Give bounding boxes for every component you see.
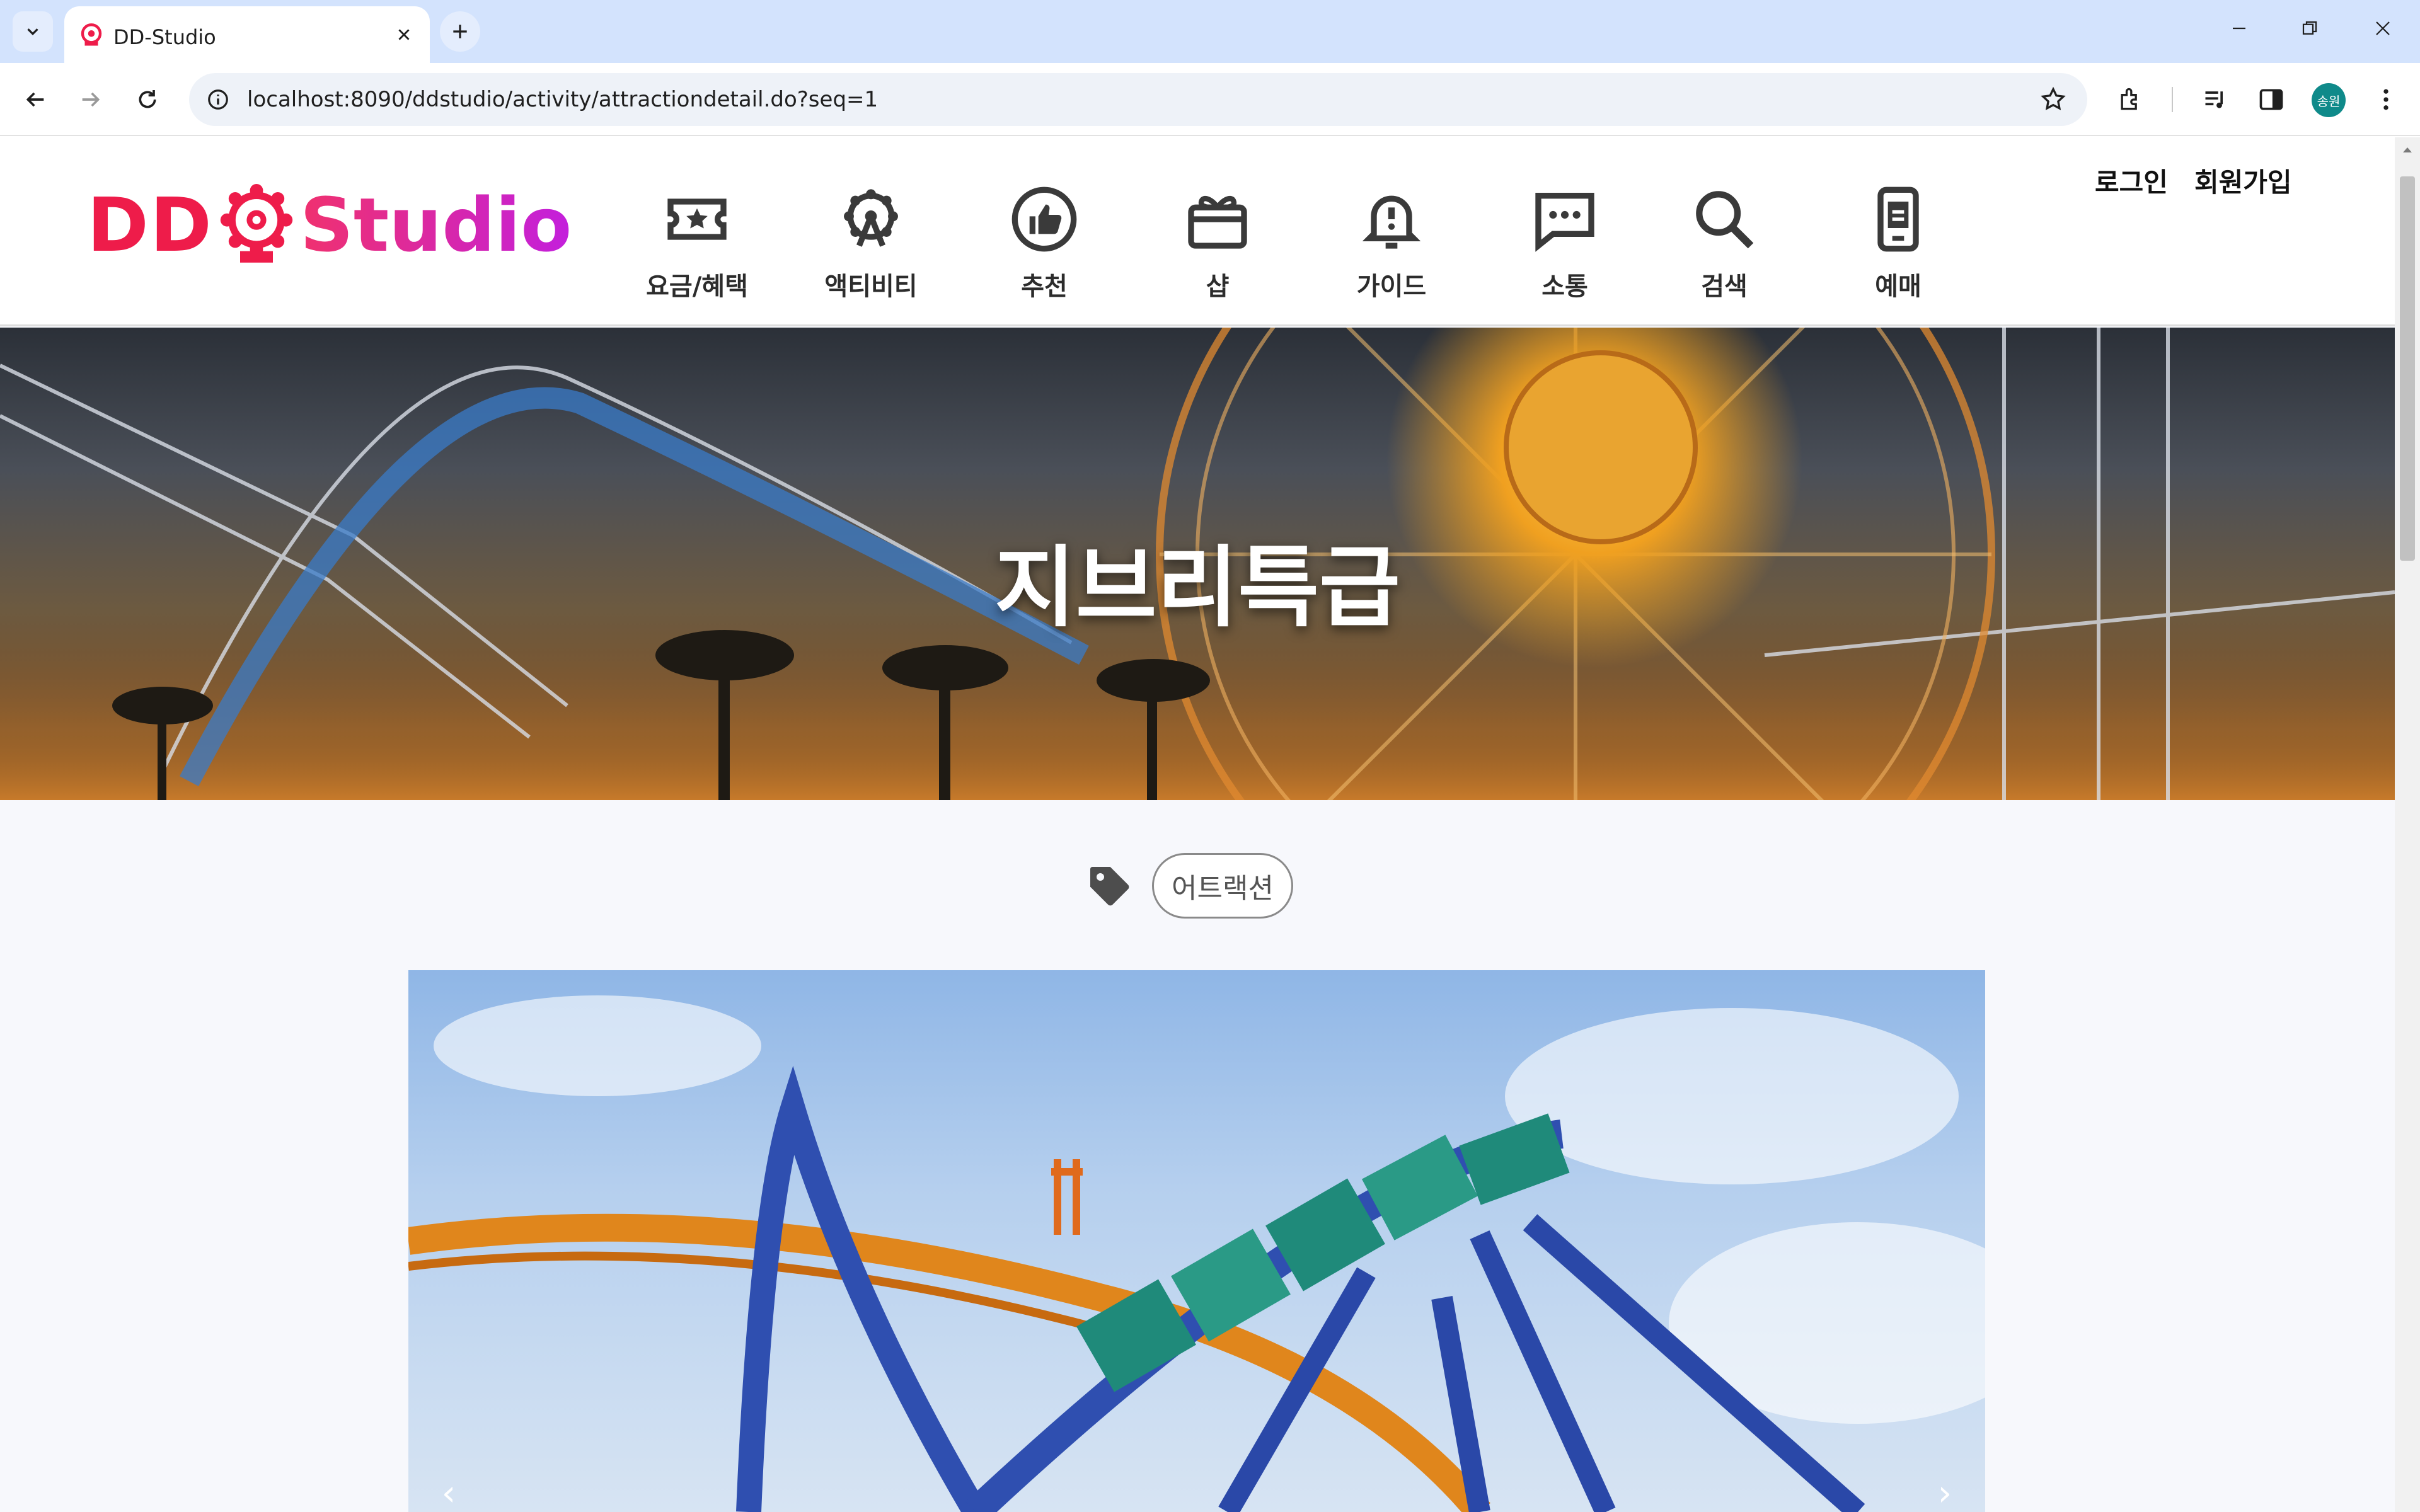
- site-logo[interactable]: DD Studio: [87, 178, 572, 272]
- mobile-ticket-icon: [1860, 181, 1936, 257]
- favicon-icon: [81, 23, 102, 46]
- minimize-icon: [2233, 27, 2245, 30]
- scrollbar-thumb[interactable]: [2400, 176, 2415, 561]
- forward-button[interactable]: [71, 79, 111, 120]
- side-panel-icon[interactable]: [2251, 79, 2291, 120]
- nav-label: 소통: [1541, 272, 1588, 301]
- hero-banner: 지브리특급: [0, 328, 2395, 800]
- nav-label: 요금/혜택: [646, 272, 748, 301]
- tab-close-button[interactable]: [391, 21, 417, 48]
- attraction-title: 지브리특급: [994, 537, 1400, 639]
- url-text[interactable]: localhost:8090/ddstudio/activity/attract…: [247, 87, 878, 112]
- nav-label: 추천: [1021, 272, 1068, 301]
- menu-kebab-icon[interactable]: [2366, 79, 2406, 120]
- ferris-wheel-icon: [833, 181, 909, 257]
- ticket-star-icon: [659, 181, 735, 257]
- reload-icon: [139, 90, 156, 108]
- bookmark-star-icon[interactable]: [2038, 84, 2068, 115]
- nav-item-search[interactable]: 검색: [1649, 181, 1800, 307]
- back-button[interactable]: [15, 79, 55, 120]
- nav-label: 샵: [1206, 272, 1230, 301]
- arrow-right-icon: [82, 92, 100, 107]
- minimize-button[interactable]: [2211, 6, 2267, 50]
- nav-item-shop[interactable]: 샵: [1142, 181, 1293, 307]
- attraction-photo: [408, 995, 1985, 1512]
- site-info-icon[interactable]: [204, 86, 232, 113]
- reload-button[interactable]: [127, 79, 168, 120]
- nav-label: 가이드: [1356, 272, 1427, 301]
- nav-item-fees-benefits[interactable]: 요금/혜택: [621, 181, 773, 307]
- attraction-photo-carousel: ‹ ›: [408, 970, 1985, 1512]
- signup-link[interactable]: 회원가입: [2194, 161, 2292, 200]
- browser-tabstrip: DD-Studio: [0, 0, 2420, 63]
- profile-avatar[interactable]: 송원: [2312, 83, 2346, 117]
- browser-toolbar: localhost:8090/ddstudio/activity/attract…: [0, 63, 2420, 136]
- category-tag[interactable]: 어트랙션: [1152, 853, 1293, 919]
- nav-label: 검색: [1701, 272, 1748, 301]
- scroll-up-arrow-icon[interactable]: [2395, 142, 2420, 161]
- toolbar-separator: [2172, 87, 2173, 112]
- tab-search-button[interactable]: [13, 11, 53, 52]
- logo-text-studio: Studio: [299, 181, 572, 268]
- close-window-button[interactable]: [2354, 6, 2411, 50]
- nav-label: 액티비티: [824, 272, 918, 301]
- close-icon: [2376, 21, 2390, 35]
- tag-icon: [1090, 867, 1129, 906]
- address-bar[interactable]: localhost:8090/ddstudio/activity/attract…: [189, 73, 2087, 126]
- tab-title: DD-Studio: [113, 25, 216, 49]
- new-tab-button[interactable]: [440, 11, 480, 52]
- nav-label: 예매: [1875, 272, 1922, 301]
- chat-bubble-icon: [1527, 181, 1603, 257]
- ferris-wheel-logo-icon: [220, 184, 293, 263]
- nav-item-guide[interactable]: 가이드: [1316, 181, 1467, 307]
- arrow-left-icon: [26, 92, 44, 107]
- page-scrollbar[interactable]: [2395, 137, 2420, 1512]
- carousel-next-button[interactable]: ›: [1926, 1473, 1964, 1512]
- carousel-prev-button[interactable]: ‹: [430, 1473, 468, 1512]
- media-queue-icon[interactable]: [2196, 79, 2236, 120]
- category-tag-row: 어트랙션: [1084, 853, 1293, 919]
- plus-icon: [453, 25, 467, 38]
- nav-item-reservation[interactable]: 예매: [1823, 181, 1974, 307]
- search-icon: [1686, 181, 1762, 257]
- browser-tab[interactable]: DD-Studio: [64, 6, 430, 63]
- logo-text-dd: DD: [87, 181, 213, 268]
- page-viewport: DD Studio 요금/혜택 액티비티 추천 샵 가이드 소통 검색 예매 로…: [0, 137, 2395, 1512]
- login-link[interactable]: 로그인: [2095, 161, 2168, 200]
- nav-item-community[interactable]: 소통: [1489, 181, 1640, 307]
- restore-button[interactable]: [2281, 6, 2338, 50]
- extensions-icon[interactable]: [2110, 79, 2150, 120]
- restore-icon: [2302, 21, 2317, 35]
- site-header: DD Studio 요금/혜택 액티비티 추천 샵 가이드 소통 검색 예매 로…: [0, 137, 2395, 326]
- close-icon: [398, 29, 410, 40]
- nav-item-recommend[interactable]: 추천: [969, 181, 1120, 307]
- nav-item-activity[interactable]: 액티비티: [795, 181, 947, 307]
- thumbs-up-icon: [1006, 181, 1082, 257]
- chevron-down-icon: [27, 28, 38, 36]
- gift-box-icon: [1180, 181, 1255, 257]
- bell-alert-icon: [1354, 181, 1429, 257]
